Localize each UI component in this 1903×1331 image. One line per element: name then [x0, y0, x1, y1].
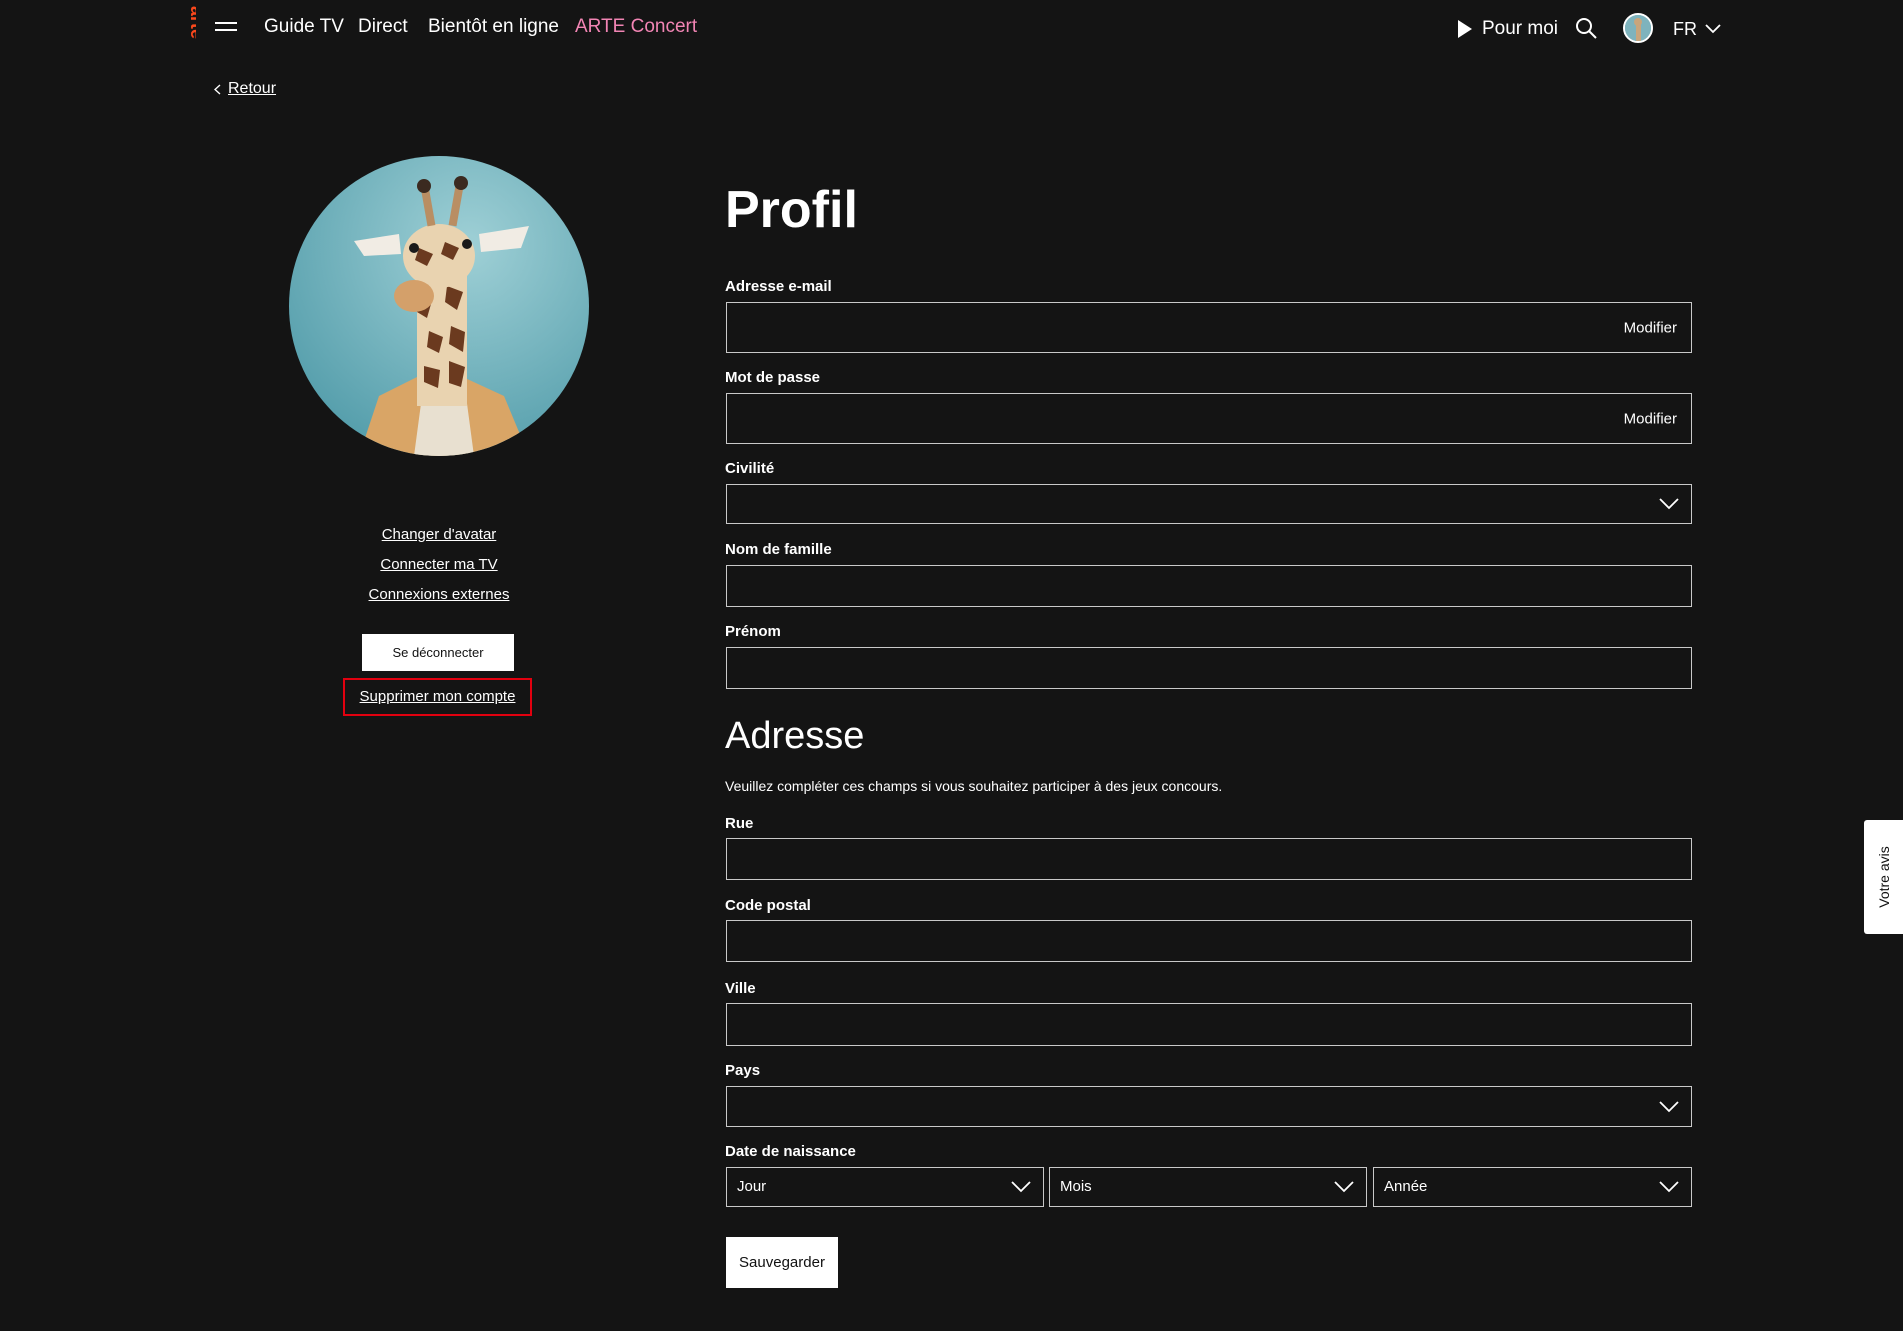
chevron-down-icon [1659, 1100, 1679, 1112]
user-avatar-icon[interactable] [1623, 13, 1653, 43]
chevron-down-icon [1011, 1181, 1031, 1193]
postal-label: Code postal [725, 897, 811, 914]
chevron-left-icon [214, 83, 221, 95]
play-icon [1458, 20, 1472, 38]
search-icon[interactable] [1574, 16, 1598, 40]
chevron-down-icon [1705, 24, 1721, 34]
birth-year-select[interactable]: Année [1373, 1167, 1692, 1207]
birth-day-value: Jour [737, 1178, 767, 1195]
nav-bientot-en-ligne[interactable]: Bientôt en ligne [428, 16, 559, 38]
password-field[interactable]: Modifier [726, 393, 1692, 444]
password-label: Mot de passe [725, 369, 821, 386]
city-input[interactable] [726, 1003, 1692, 1046]
country-select[interactable] [726, 1086, 1692, 1127]
change-avatar-link[interactable]: Changer d'avatar [289, 526, 589, 543]
birth-month-select[interactable]: Mois [1049, 1167, 1367, 1207]
nav-direct[interactable]: Direct [358, 16, 408, 38]
chevron-down-icon [1334, 1181, 1354, 1193]
pour-moi-label: Pour moi [1482, 18, 1559, 39]
save-button[interactable]: Sauvegarder [726, 1237, 838, 1288]
street-input[interactable] [726, 838, 1692, 880]
address-hint: Veuillez compléter ces champs si vous so… [725, 778, 1223, 794]
password-modify-button[interactable]: Modifier [1624, 410, 1677, 427]
back-label[interactable]: Retour [228, 80, 276, 98]
birthdate-label: Date de naissance [725, 1143, 856, 1160]
firstname-input[interactable] [726, 647, 1692, 689]
city-label: Ville [725, 980, 756, 997]
chevron-down-icon [1659, 1181, 1679, 1193]
lastname-input[interactable] [726, 565, 1692, 607]
nav-arte-concert[interactable]: ARTE Concert [575, 16, 697, 38]
civility-select[interactable] [726, 484, 1692, 524]
birth-month-value: Mois [1060, 1178, 1092, 1195]
logo-text: arte [187, 6, 196, 39]
postal-input[interactable] [726, 920, 1692, 962]
nav-guide-tv[interactable]: Guide TV [264, 16, 344, 38]
birth-year-value: Année [1384, 1178, 1428, 1195]
feedback-tab[interactable]: Votre avis [1864, 820, 1903, 934]
delete-account-link[interactable]: Supprimer mon compte [343, 688, 532, 705]
birth-day-select[interactable]: Jour [726, 1167, 1044, 1207]
lastname-label: Nom de famille [725, 541, 832, 558]
feedback-label: Votre avis [1875, 846, 1892, 908]
language-label: FR [1673, 18, 1697, 39]
external-connections-link[interactable]: Connexions externes [289, 586, 589, 603]
email-field[interactable]: Modifier [726, 302, 1692, 353]
country-label: Pays [725, 1062, 761, 1079]
page-title: Profil [725, 181, 858, 239]
address-title: Adresse [725, 715, 865, 757]
chevron-down-icon [1659, 498, 1679, 510]
email-modify-button[interactable]: Modifier [1624, 319, 1677, 336]
profile-avatar [289, 156, 589, 456]
pour-moi-link[interactable]: Pour moi [1458, 14, 1558, 44]
arte-logo[interactable]: arte [176, 4, 196, 54]
firstname-label: Prénom [725, 623, 781, 640]
logout-button[interactable]: Se déconnecter [362, 634, 514, 671]
connect-tv-link[interactable]: Connecter ma TV [289, 556, 589, 573]
menu-icon[interactable] [215, 22, 237, 36]
back-link[interactable]: Retour [214, 80, 276, 98]
street-label: Rue [725, 815, 754, 832]
email-label: Adresse e-mail [725, 278, 832, 295]
language-selector[interactable]: FR [1673, 14, 1721, 44]
civility-label: Civilité [725, 460, 775, 477]
